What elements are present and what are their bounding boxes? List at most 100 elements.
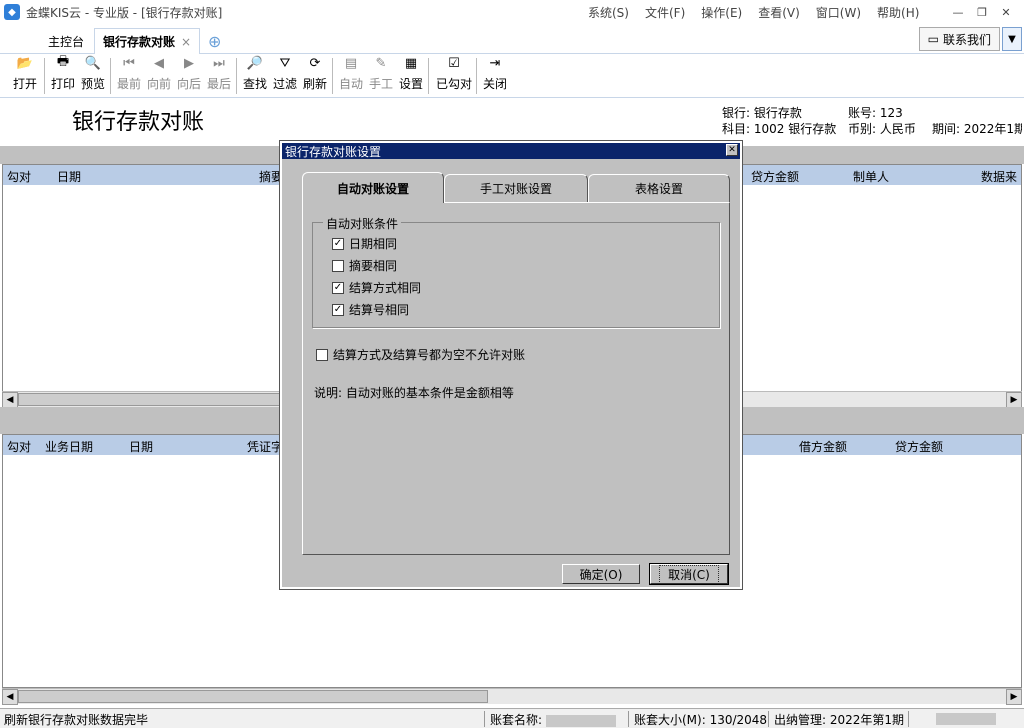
- checkbox-summary-same[interactable]: 摘要相同: [332, 257, 397, 274]
- filter-icon: ⛛: [279, 56, 291, 71]
- minimize-icon[interactable]: —: [946, 6, 970, 19]
- ok-button[interactable]: 确定(O): [562, 564, 640, 584]
- scroll-left-icon[interactable]: ◀: [2, 689, 18, 705]
- checkbox-settle-no-same[interactable]: ✓ 结算号相同: [332, 301, 409, 318]
- col-date[interactable]: 日期: [129, 438, 153, 455]
- auto-button[interactable]: ▤ 自动: [336, 56, 366, 96]
- scroll-right-icon[interactable]: ▶: [1006, 689, 1022, 705]
- checkbox-label: 结算号相同: [349, 303, 410, 317]
- book-name-label: 账套名称:: [490, 713, 543, 727]
- exit-icon: ⇥: [489, 56, 501, 71]
- col-credit[interactable]: 贷方金额: [895, 438, 943, 455]
- checkbox-label: 摘要相同: [349, 259, 398, 273]
- print-button[interactable]: 🖶 打印: [48, 54, 78, 96]
- app-logo-icon: ◆: [4, 4, 20, 20]
- prev-record-icon: ◀: [154, 56, 164, 71]
- settings-button[interactable]: ▦ 设置: [396, 56, 426, 96]
- menu-view[interactable]: 查看(V): [758, 4, 800, 21]
- close-label: 关闭: [482, 77, 507, 91]
- filter-button[interactable]: ⛛ 过滤: [270, 56, 300, 96]
- tab-active-label: 银行存款对账: [103, 35, 176, 49]
- status-divider: [628, 711, 629, 727]
- menu-window[interactable]: 窗口(W): [816, 4, 861, 21]
- toolbar-divider: [236, 58, 237, 94]
- toolbar-divider: [110, 58, 111, 94]
- toolbar-divider: [332, 58, 333, 94]
- tab-table-settings[interactable]: 表格设置: [588, 174, 730, 202]
- tab-manual-settings[interactable]: 手工对账设置: [444, 174, 588, 202]
- checkbox-disallow-empty[interactable]: 结算方式及结算号都为空不允许对账: [316, 346, 525, 363]
- tab-table-label: 表格设置: [634, 182, 683, 196]
- scroll-right-icon[interactable]: ▶: [1006, 392, 1022, 408]
- col-voucher[interactable]: 凭证字: [247, 438, 283, 455]
- checkbox-checked-icon: ✓: [332, 237, 344, 250]
- print-label: 打印: [50, 77, 75, 91]
- menu-file[interactable]: 文件(F): [645, 4, 685, 21]
- scroll-thumb[interactable]: [18, 690, 488, 703]
- col-credit[interactable]: 贷方金额: [751, 168, 799, 185]
- next-button[interactable]: ▶ 向后: [174, 56, 204, 96]
- tab-bar: 主控台 银行存款对账 × ⊕ ▭ 联系我们 ▼: [0, 24, 1024, 54]
- find-button[interactable]: 🔎 查找: [240, 56, 270, 96]
- checked-button[interactable]: ☑ 已勾对: [436, 56, 472, 96]
- first-record-icon: ⏮: [123, 56, 135, 71]
- tab-bank-reconcile[interactable]: 银行存款对账 ×: [94, 28, 201, 54]
- col-source[interactable]: 数据来: [981, 168, 1017, 185]
- add-tab-icon[interactable]: ⊕: [208, 32, 221, 51]
- settings-label: 设置: [398, 77, 423, 91]
- refresh-icon: ⟳: [309, 56, 321, 71]
- toolbar: 📂 打开 🖶 打印 🔍 预览 ⏮ 最前 ◀ 向前 ▶ 向后 ⏭ 最后 🔎 查找 ⛛ 过滤 ⟳ 刷新 …: [0, 54, 1024, 98]
- cancel-button[interactable]: 取消(C): [649, 563, 729, 585]
- menu-operate[interactable]: 操作(E): [701, 4, 742, 21]
- tab-auto-settings[interactable]: 自动对账设置: [302, 172, 444, 203]
- close-icon[interactable]: ✕: [994, 6, 1018, 19]
- prev-button[interactable]: ◀ 向前: [144, 56, 174, 96]
- bank-info: 银行: 银行存款: [722, 106, 802, 120]
- next-record-icon: ▶: [184, 56, 194, 71]
- menu-system[interactable]: 系统(S): [588, 4, 629, 21]
- status-bar: 刷新银行存款对账数据完毕 账套名称: 账套大小(M): 130/2048 出纳管…: [0, 708, 1024, 728]
- checkbox-checked-icon: ✓: [332, 281, 344, 294]
- col-business-date[interactable]: 业务日期: [45, 438, 93, 455]
- tab-close-icon[interactable]: ×: [181, 35, 191, 49]
- refresh-button[interactable]: ⟳ 刷新: [300, 56, 330, 96]
- tab-home[interactable]: 主控台: [40, 28, 92, 54]
- restore-icon[interactable]: ❐: [970, 6, 994, 19]
- last-button[interactable]: ⏭ 最后: [204, 56, 234, 96]
- manual-button[interactable]: ✎ 手工: [366, 56, 396, 96]
- preview-button[interactable]: 🔍 预览: [78, 56, 108, 96]
- folder-open-icon: 📂: [16, 56, 34, 71]
- scroll-thumb[interactable]: [18, 393, 288, 406]
- tab-manual-label: 手工对账设置: [479, 182, 552, 196]
- col-checked[interactable]: 勾对: [7, 168, 31, 185]
- contact-us-button[interactable]: ▭ 联系我们: [918, 27, 1000, 51]
- dialog-close-icon[interactable]: ✕: [726, 144, 738, 156]
- toolbar-divider: [44, 58, 45, 94]
- status-message: 刷新银行存款对账数据完毕: [4, 713, 149, 727]
- window-title: 金蝶KIS云 - 专业版 - [银行存款对账]: [26, 5, 223, 20]
- manual-label: 手工: [368, 77, 393, 91]
- checkbox-label: 结算方式及结算号都为空不允许对账: [333, 348, 526, 362]
- checkbox-settle-method-same[interactable]: ✓ 结算方式相同: [332, 279, 421, 296]
- book-size: 账套大小(M): 130/2048: [634, 713, 768, 727]
- last-label: 最后: [206, 77, 231, 91]
- account-no-info: 账号: 123: [848, 106, 903, 120]
- open-button[interactable]: 📂 打开: [10, 56, 40, 96]
- user-redacted: [936, 711, 996, 725]
- col-checked[interactable]: 勾对: [7, 438, 31, 455]
- lower-horizontal-scrollbar[interactable]: ◀ ▶: [2, 688, 1022, 705]
- first-button[interactable]: ⏮ 最前: [114, 56, 144, 96]
- checkbox-date-same[interactable]: ✓ 日期相同: [332, 235, 397, 252]
- scroll-left-icon[interactable]: ◀: [2, 392, 18, 408]
- dialog-title: 银行存款对账设置: [285, 144, 382, 159]
- cancel-label: 取消(C): [659, 564, 719, 584]
- status-divider: [908, 711, 909, 727]
- chevron-down-icon[interactable]: ▼: [1002, 27, 1022, 51]
- close-button[interactable]: ⇥ 关闭: [480, 56, 510, 96]
- col-creator[interactable]: 制单人: [853, 168, 889, 185]
- toolbar-divider: [476, 58, 477, 94]
- col-date[interactable]: 日期: [57, 168, 81, 185]
- col-debit[interactable]: 借方金额: [799, 438, 847, 455]
- menu-help[interactable]: 帮助(H): [877, 4, 919, 21]
- refresh-label: 刷新: [302, 77, 327, 91]
